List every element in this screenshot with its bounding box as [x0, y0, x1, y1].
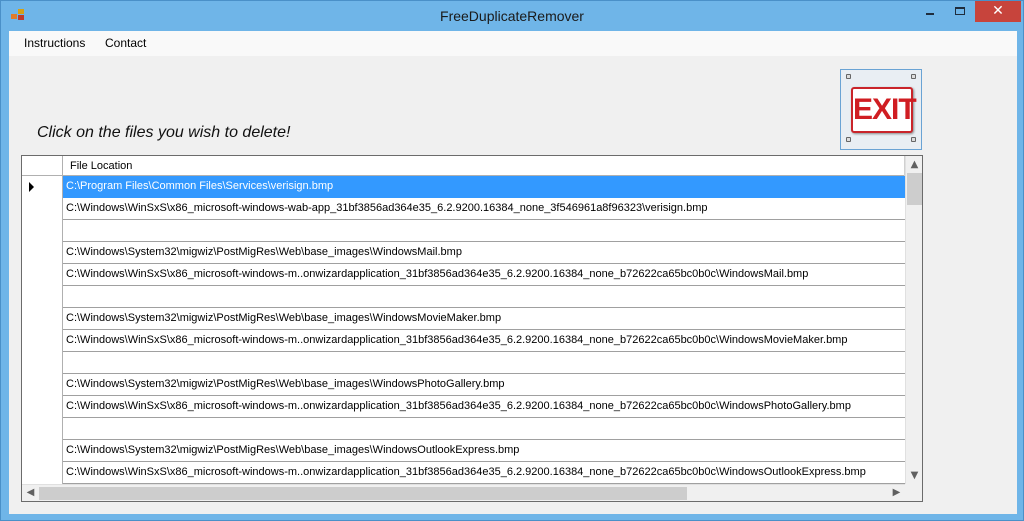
- file-location-cell[interactable]: C:\Windows\WinSxS\x86_microsoft-windows-…: [63, 330, 905, 352]
- table-row[interactable]: C:\Windows\System32\migwiz\PostMigRes\We…: [22, 242, 905, 264]
- file-location-cell[interactable]: C:\Windows\WinSxS\x86_microsoft-windows-…: [63, 462, 905, 484]
- file-location-cell[interactable]: [63, 352, 905, 374]
- row-header[interactable]: [22, 374, 63, 396]
- scroll-left-icon[interactable]: ◀: [22, 485, 39, 501]
- row-header[interactable]: [22, 352, 63, 374]
- vertical-scrollbar[interactable]: ▲ ▼: [905, 156, 922, 484]
- file-location-cell[interactable]: [63, 220, 905, 242]
- column-header-file-location[interactable]: File Location: [63, 156, 905, 176]
- screw-icon: [846, 74, 851, 79]
- current-row-arrow-icon: [29, 182, 34, 192]
- scroll-right-icon[interactable]: ▶: [888, 485, 905, 501]
- file-location-cell[interactable]: C:\Windows\System32\migwiz\PostMigRes\We…: [63, 440, 905, 462]
- row-header[interactable]: [22, 198, 63, 220]
- close-button[interactable]: ✕: [975, 1, 1021, 22]
- maximize-icon: [955, 7, 965, 15]
- file-location-cell[interactable]: C:\Windows\System32\migwiz\PostMigRes\We…: [63, 308, 905, 330]
- table-row[interactable]: [22, 220, 905, 242]
- file-location-cell[interactable]: [63, 418, 905, 440]
- scroll-down-icon[interactable]: ▼: [906, 467, 922, 484]
- exit-label: EXIT: [853, 93, 917, 126]
- scroll-corner: [905, 484, 922, 501]
- title-bar[interactable]: FreeDuplicateRemover ✕: [1, 1, 1023, 31]
- table-row[interactable]: C:\Windows\WinSxS\x86_microsoft-windows-…: [22, 462, 905, 484]
- table-row[interactable]: C:\Windows\System32\migwiz\PostMigRes\We…: [22, 440, 905, 462]
- table-row[interactable]: C:\Windows\System32\migwiz\PostMigRes\We…: [22, 374, 905, 396]
- file-location-cell[interactable]: [63, 286, 905, 308]
- minimize-button[interactable]: [915, 1, 945, 22]
- file-location-cell[interactable]: C:\Program Files\Common Files\Services\v…: [63, 176, 905, 198]
- minimize-icon: [926, 13, 934, 15]
- horizontal-scroll-thumb[interactable]: [39, 487, 687, 500]
- row-header[interactable]: [22, 220, 63, 242]
- file-location-cell[interactable]: C:\Windows\WinSxS\x86_microsoft-windows-…: [63, 396, 905, 418]
- table-row[interactable]: C:\Program Files\Common Files\Services\v…: [22, 176, 905, 198]
- row-header[interactable]: [22, 418, 63, 440]
- scroll-up-icon[interactable]: ▲: [906, 156, 922, 173]
- maximize-button[interactable]: [945, 1, 975, 22]
- row-header[interactable]: [22, 330, 63, 352]
- file-grid[interactable]: File Location C:\Program Files\Common Fi…: [21, 155, 923, 502]
- menu-contact[interactable]: Contact: [98, 31, 153, 56]
- menu-instructions[interactable]: Instructions: [17, 31, 92, 56]
- row-header-corner: [22, 156, 63, 176]
- row-header[interactable]: [22, 440, 63, 462]
- file-location-cell[interactable]: C:\Windows\WinSxS\x86_microsoft-windows-…: [63, 198, 905, 220]
- file-location-cell[interactable]: C:\Windows\System32\migwiz\PostMigRes\We…: [63, 374, 905, 396]
- row-header[interactable]: [22, 242, 63, 264]
- screw-icon: [846, 137, 851, 142]
- file-location-cell[interactable]: C:\Windows\WinSxS\x86_microsoft-windows-…: [63, 264, 905, 286]
- screw-icon: [911, 137, 916, 142]
- row-header[interactable]: [22, 176, 63, 198]
- vertical-scroll-thumb[interactable]: [907, 173, 922, 205]
- table-row[interactable]: C:\Windows\System32\migwiz\PostMigRes\We…: [22, 308, 905, 330]
- grid-header: File Location: [22, 156, 905, 176]
- horizontal-scrollbar[interactable]: ◀ ▶: [22, 484, 905, 501]
- table-row[interactable]: [22, 418, 905, 440]
- exit-button[interactable]: EXIT: [840, 69, 922, 150]
- screw-icon: [911, 74, 916, 79]
- menu-bar: Instructions Contact: [9, 31, 1017, 56]
- exit-sign-icon: EXIT: [851, 87, 917, 133]
- table-row[interactable]: C:\Windows\WinSxS\x86_microsoft-windows-…: [22, 264, 905, 286]
- row-header[interactable]: [22, 286, 63, 308]
- row-header[interactable]: [22, 308, 63, 330]
- close-icon: ✕: [992, 3, 1004, 19]
- instructions-label: Click on the files you wish to delete!: [37, 124, 291, 141]
- window-title: FreeDuplicateRemover: [440, 8, 584, 24]
- client-area: Instructions Contact Click on the files …: [9, 31, 1017, 514]
- table-row[interactable]: [22, 286, 905, 308]
- table-row[interactable]: C:\Windows\WinSxS\x86_microsoft-windows-…: [22, 396, 905, 418]
- row-header[interactable]: [22, 462, 63, 484]
- grid-rows: C:\Program Files\Common Files\Services\v…: [22, 176, 905, 484]
- table-row[interactable]: C:\Windows\WinSxS\x86_microsoft-windows-…: [22, 198, 905, 220]
- app-window: FreeDuplicateRemover ✕ Instructions Cont…: [0, 0, 1024, 521]
- file-location-cell[interactable]: C:\Windows\System32\migwiz\PostMigRes\We…: [63, 242, 905, 264]
- row-header[interactable]: [22, 396, 63, 418]
- row-header[interactable]: [22, 264, 63, 286]
- table-row[interactable]: C:\Windows\WinSxS\x86_microsoft-windows-…: [22, 330, 905, 352]
- table-row[interactable]: [22, 352, 905, 374]
